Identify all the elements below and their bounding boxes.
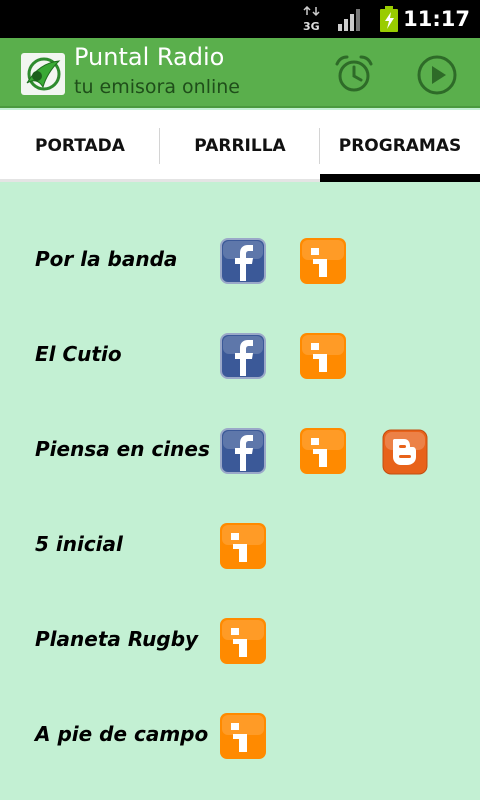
info-icon[interactable] [299,237,347,285]
info-icon[interactable] [299,332,347,380]
info-icon[interactable] [219,617,267,665]
app-title: Puntal Radio [74,43,225,71]
app-logo-icon [21,53,65,95]
signal-icon [338,9,360,31]
play-icon[interactable] [416,54,458,96]
program-name: A pie de campo [35,722,209,746]
blogger-icon[interactable] [382,429,428,475]
tab-selected-indicator [320,174,480,182]
program-name: Piensa en cines [35,437,210,461]
tab-bar: PORTADA PARRILLA PROGRAMAS [0,110,480,182]
list-item: Planeta Rugby [0,611,480,671]
tab-programas[interactable]: PROGRAMAS [320,110,480,182]
program-name: Por la banda [35,247,178,271]
info-icon[interactable] [219,712,267,760]
tab-portada[interactable]: PORTADA [0,110,160,182]
3g-icon: 3G [303,6,320,32]
status-time: 11:17 [403,7,470,31]
battery-charging-icon [380,6,398,32]
list-item: Por la banda [0,231,480,291]
alarm-icon[interactable] [334,54,374,94]
program-name: 5 inicial [35,532,123,556]
facebook-icon[interactable] [219,237,267,285]
info-icon[interactable] [219,522,267,570]
list-item: A pie de campo [0,706,480,766]
programs-list: Por la banda El Cutio Piensa en cines 5 [0,182,480,800]
program-name: Planeta Rugby [35,627,199,651]
program-name: El Cutio [35,342,122,366]
facebook-icon[interactable] [219,332,267,380]
list-item: Piensa en cines [0,421,480,481]
list-item: El Cutio [0,326,480,386]
network-type-label: 3G [303,20,320,32]
tab-parrilla[interactable]: PARRILLA [160,110,320,182]
action-bar: Puntal Radio tu emisora online [0,38,480,108]
list-item: 5 inicial [0,516,480,576]
app-subtitle: tu emisora online [74,76,240,98]
status-bar: 3G 11:17 [0,0,480,38]
info-icon[interactable] [299,427,347,475]
facebook-icon[interactable] [219,427,267,475]
